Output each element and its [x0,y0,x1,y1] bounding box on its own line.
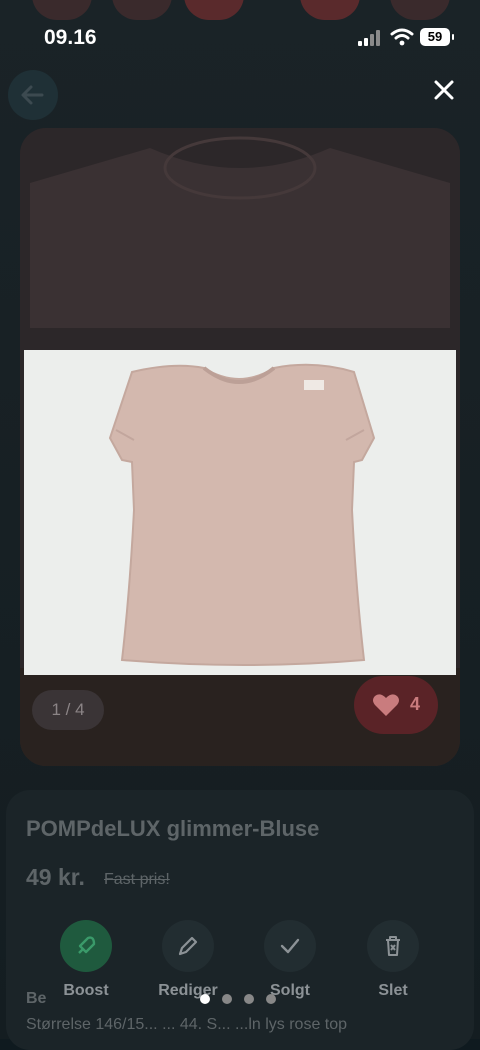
back-button[interactable] [8,70,58,120]
page-dot-active [200,994,210,1004]
image-counter: 1 / 4 [32,690,104,730]
edit-button[interactable]: Rediger [138,920,238,1000]
wifi-icon [390,28,414,46]
boost-label: Boost [63,982,109,999]
rocket-icon [78,936,96,954]
pencil-icon [178,936,198,956]
battery-indicator: 59 [420,28,454,46]
listing-price: 49 kr. [26,864,85,890]
page-dot [244,994,254,1004]
product-photo[interactable] [24,350,456,675]
page-dot [266,994,276,1004]
tshirt-image [24,350,456,675]
delete-label: Slet [378,982,408,999]
trash-icon [386,936,400,956]
price-type: Fast pris! [104,871,170,888]
page-indicator [200,994,280,1006]
boost-circle [60,920,112,972]
cellular-signal-icon [358,30,384,46]
sold-circle [264,920,316,972]
delete-button[interactable]: Slet [343,920,443,1000]
page-dot [222,994,232,1004]
boost-button[interactable]: Boost [36,920,136,1000]
status-bar: 09.16 59 [0,0,480,70]
sold-button[interactable]: Solgt [240,920,340,1000]
like-count: 4 [410,694,421,714]
listing-title: POMPdeLUX glimmer-Bluse [26,816,320,841]
heart-icon [373,694,399,716]
close-icon[interactable] [428,74,460,106]
description-label: Be [26,990,47,1007]
check-icon [280,938,300,954]
status-time: 09.16 [44,26,97,49]
like-button[interactable]: 4 [354,676,438,734]
arrow-left-icon [21,85,44,105]
description-text: Størrelse 146/15... ... 44. S... ...ln l… [26,1016,348,1033]
edit-circle [162,920,214,972]
delete-circle [367,920,419,972]
